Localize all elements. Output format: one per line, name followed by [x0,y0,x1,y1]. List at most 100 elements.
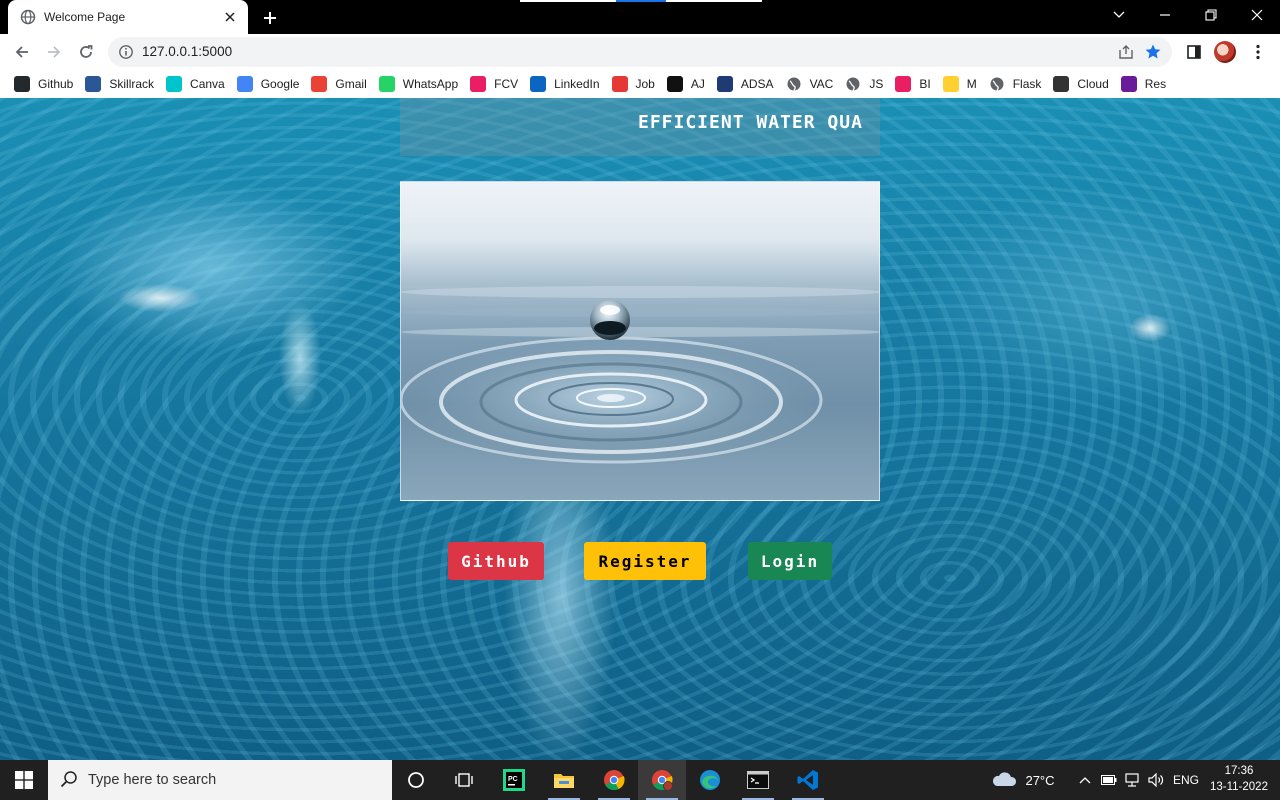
globe-icon [20,9,36,25]
url-text[interactable]: 127.0.0.1:5000 [142,44,232,59]
weather-widget[interactable]: 27°C [988,760,1058,800]
cortana-icon[interactable] [392,760,440,800]
profile-avatar[interactable] [1214,41,1236,63]
file-explorer-icon[interactable] [540,760,588,800]
bookmark-label: FCV [494,77,519,91]
tab-strip: Welcome Page [0,0,1280,34]
clock-time: 17:36 [1224,765,1254,777]
bookmark-label: BI [919,77,931,91]
bookmark-item[interactable]: Job [611,72,655,96]
bookmark-item[interactable]: Github [14,72,73,96]
browser-tab[interactable]: Welcome Page [8,0,248,34]
google-icon [236,76,253,92]
taskbar-search-box[interactable]: Type here to search [48,760,392,800]
bookmark-item[interactable]: ADSA [716,72,774,96]
bookmark-label: WhatsApp [402,77,459,91]
bookmark-item[interactable]: LinkedIn [530,72,600,96]
bookmark-item[interactable]: JS [845,72,883,96]
bookmark-label: Flask [1012,77,1042,91]
miro-icon [942,76,959,92]
bookmark-label: ADSA [740,77,774,91]
bookmark-item[interactable]: M [942,72,977,96]
banner-title: EFFICIENT WATER QUA [638,112,863,133]
reload-icon[interactable] [72,38,100,66]
bookmark-star-icon[interactable] [1144,43,1162,61]
tab-search-icon[interactable] [1096,0,1142,30]
share-icon[interactable] [1118,44,1134,60]
cloud-icon [1053,76,1070,92]
job-icon [611,76,628,92]
amazon-icon [666,76,683,92]
bookmark-item[interactable]: Skillrack [85,72,154,96]
side-panel-icon[interactable] [1180,38,1208,66]
bookmark-label: Cloud [1077,77,1109,91]
bookmark-item[interactable]: Flask [989,72,1042,96]
terminal-icon[interactable] [734,760,782,800]
github-button[interactable]: Github [448,542,544,580]
bookmark-item[interactable]: VAC [786,72,834,96]
task-view-icon[interactable] [440,760,488,800]
forward-icon[interactable] [40,38,68,66]
cloud-icon [991,771,1017,790]
restore-icon[interactable] [1188,0,1234,30]
bookmark-label: VAC [809,77,834,91]
menu-kebab-icon[interactable] [1244,38,1272,66]
chrome-profile-icon[interactable] [638,760,686,800]
bookmark-label: Github [38,77,74,91]
close-tab-icon[interactable] [222,9,238,25]
clock-date: 13-11-2022 [1210,781,1268,793]
address-bar[interactable]: 127.0.0.1:5000 [108,37,1172,67]
bookmark-item[interactable]: AJ [666,72,705,96]
linkedin-icon [530,76,547,92]
title-banner: EFFICIENT WATER QUA [400,98,880,156]
back-icon[interactable] [8,38,36,66]
input-language[interactable]: ENG [1170,760,1202,800]
globe-icon [989,76,1005,92]
minimize-icon[interactable] [1142,0,1188,30]
canva-icon [166,76,183,92]
bi-icon [895,76,912,92]
water-drop-image [400,181,880,501]
battery-icon[interactable] [1100,760,1118,800]
bookmark-item[interactable]: Google [236,72,300,96]
windows-start-icon[interactable] [0,760,48,800]
vscode-icon[interactable] [784,760,832,800]
system-clock[interactable]: 17:36 13-11-2022 [1208,763,1270,795]
bookmark-label: Google [260,77,300,91]
browser-toolbar: 127.0.0.1:5000 [0,34,1280,70]
bookmark-label: AJ [690,77,705,91]
bookmark-item[interactable]: FCV [470,72,518,96]
login-button[interactable]: Login [748,542,832,580]
edge-icon[interactable] [686,760,734,800]
chevron-up-icon[interactable] [1076,760,1094,800]
bookmark-label: M [966,77,977,91]
bookmark-label: Canva [190,77,225,91]
bookmark-item[interactable]: Res [1120,72,1167,96]
search-placeholder: Type here to search [88,772,217,788]
res-icon [1120,76,1137,92]
gmail-icon [311,76,328,92]
skillrack-icon [85,76,102,92]
bookmark-item[interactable]: Gmail [311,72,367,96]
bookmark-item[interactable]: BI [895,72,931,96]
bookmark-label: LinkedIn [554,77,600,91]
bookmarks-bar: Github Skillrack Canva Google Gmail WhatsApp F… [0,70,1280,98]
chrome-icon[interactable] [590,760,638,800]
network-icon[interactable] [1122,760,1142,800]
register-button[interactable]: Register [584,542,706,580]
close-window-icon[interactable] [1234,0,1280,30]
site-info-icon[interactable] [118,44,134,60]
tab-title: Welcome Page [44,10,126,24]
bookmark-item[interactable]: Cloud [1053,72,1109,96]
svg-text:PC: PC [508,776,518,783]
fcv-icon [470,76,487,92]
search-icon [60,770,78,791]
weather-temperature: 27°C [1025,772,1055,788]
volume-icon[interactable] [1146,760,1166,800]
pycharm-icon[interactable]: PC [490,760,538,800]
new-tab-icon[interactable] [258,6,282,30]
bookmark-item[interactable]: WhatsApp [378,72,459,96]
bookmark-item[interactable]: Canva [166,72,225,96]
whatsapp-icon [378,76,395,92]
bookmark-label: Res [1144,77,1167,91]
